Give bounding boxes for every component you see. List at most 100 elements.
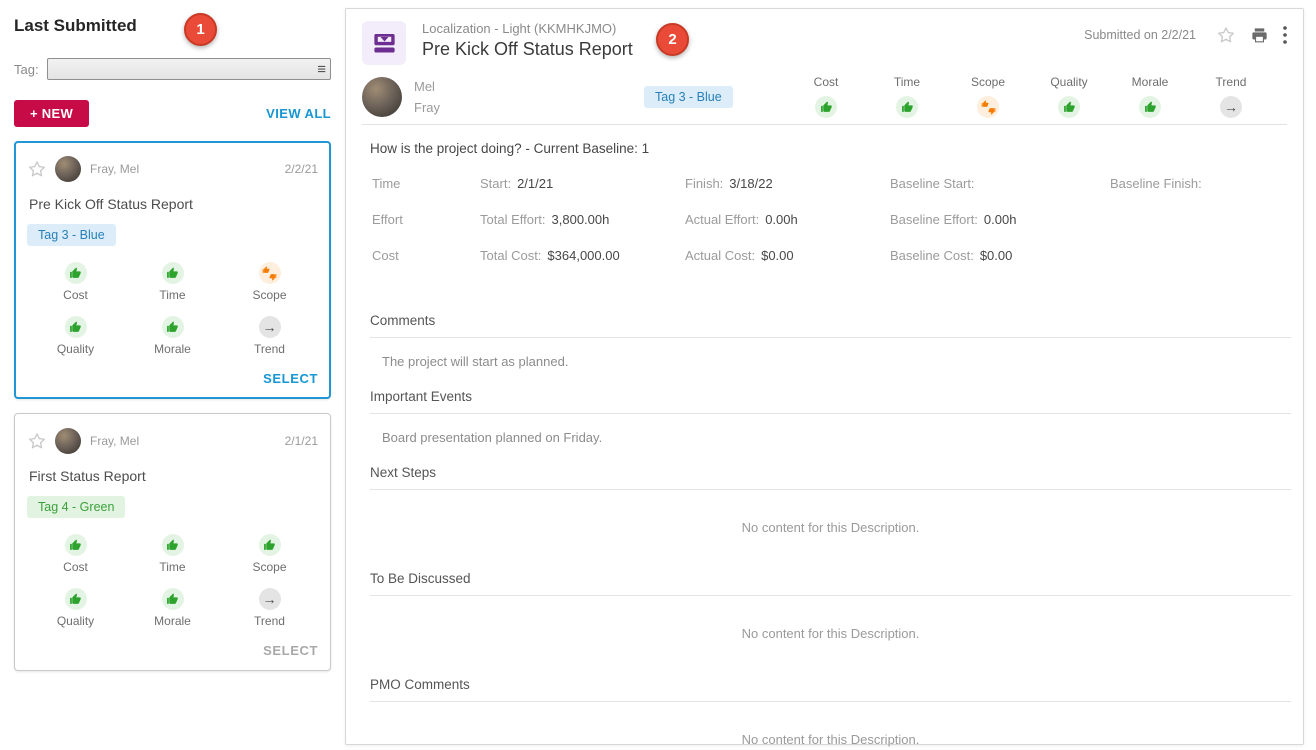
section-content: No content for this Description. bbox=[370, 702, 1291, 750]
thumb-up-icon bbox=[162, 588, 184, 610]
indicator-cost: Cost bbox=[27, 262, 124, 302]
tag-chip: Tag 3 - Blue bbox=[644, 86, 733, 108]
detail-field bbox=[1110, 248, 1291, 263]
section-title: Comments bbox=[370, 313, 1291, 338]
section-to-be-discussed: To Be Discussed No content for this Desc… bbox=[370, 571, 1291, 677]
section-content: The project will start as planned. bbox=[370, 338, 1291, 389]
status-report-card[interactable]: Fray, Mel 2/1/21 First Status Report Tag… bbox=[14, 413, 331, 671]
thumb-up-icon bbox=[65, 534, 87, 556]
section-content: Board presentation planned on Friday. bbox=[370, 414, 1291, 465]
detail-row-label: Cost bbox=[370, 248, 480, 263]
detail-field: Total Cost:$364,000.00 bbox=[480, 248, 685, 263]
indicator-trend: → Trend bbox=[221, 316, 318, 356]
indicator-morale: Morale bbox=[1118, 75, 1182, 118]
card-title: First Status Report bbox=[29, 468, 318, 484]
arrow-right-icon: → bbox=[1220, 96, 1242, 118]
indicator-quality: Quality bbox=[27, 316, 124, 356]
card-author: Fray, Mel bbox=[90, 434, 139, 448]
detail-field: Actual Cost:$0.00 bbox=[685, 248, 890, 263]
section-content: No content for this Description. bbox=[370, 596, 1291, 677]
detail-row-label: Time bbox=[370, 176, 480, 191]
section-title: PMO Comments bbox=[370, 677, 1291, 702]
status-report-card[interactable]: Fray, Mel 2/2/21 Pre Kick Off Status Rep… bbox=[14, 141, 331, 399]
section-title: To Be Discussed bbox=[370, 571, 1291, 596]
section-next-steps: Next Steps No content for this Descripti… bbox=[370, 465, 1291, 571]
avatar bbox=[55, 428, 81, 454]
favorite-star-icon[interactable] bbox=[1216, 25, 1236, 45]
annotation-badge-1: 1 bbox=[184, 13, 217, 46]
last-submitted-panel: Last Submitted Tag: ≡ + NEW VIEW ALL Fra… bbox=[0, 0, 345, 750]
more-options-icon[interactable] bbox=[1283, 26, 1287, 44]
thumb-up-icon bbox=[162, 534, 184, 556]
report-title: Pre Kick Off Status Report bbox=[422, 39, 633, 60]
print-icon[interactable] bbox=[1250, 26, 1269, 45]
detail-field: Baseline Finish: bbox=[1110, 176, 1291, 191]
hamburger-icon[interactable]: ≡ bbox=[317, 62, 326, 77]
favorite-star-icon[interactable] bbox=[27, 431, 47, 451]
arrow-right-icon: → bbox=[259, 588, 281, 610]
tag-chip: Tag 3 - Blue bbox=[27, 224, 116, 246]
thumbs-mixed-icon bbox=[259, 262, 281, 284]
section-pmo-comments: PMO Comments No content for this Descrip… bbox=[370, 677, 1291, 750]
detail-field: Baseline Start: bbox=[890, 176, 1110, 191]
thumb-up-icon bbox=[896, 96, 918, 118]
indicator-quality: Quality bbox=[1037, 75, 1101, 118]
section-content: No content for this Description. bbox=[370, 490, 1291, 571]
thumb-up-icon bbox=[259, 534, 281, 556]
thumb-up-icon bbox=[162, 316, 184, 338]
detail-field: Baseline Effort:0.00h bbox=[890, 212, 1110, 227]
status-report-detail-panel: Localization - Light (KKMHKJMO) Pre Kick… bbox=[345, 8, 1304, 745]
thumb-up-icon bbox=[65, 262, 87, 284]
indicator-cost: Cost bbox=[27, 534, 124, 574]
indicator-time: Time bbox=[875, 75, 939, 118]
project-icon bbox=[362, 21, 406, 65]
detail-field: Actual Effort:0.00h bbox=[685, 212, 890, 227]
indicator-scope: Scope bbox=[221, 534, 318, 574]
view-all-link[interactable]: VIEW ALL bbox=[266, 106, 331, 121]
favorite-star-icon[interactable] bbox=[27, 159, 47, 179]
indicator-cost: Cost bbox=[794, 75, 858, 118]
author-first-name: Mel bbox=[414, 76, 644, 97]
tag-filter-input[interactable]: ≡ bbox=[47, 58, 331, 80]
indicator-time: Time bbox=[124, 262, 221, 302]
select-report-link[interactable]: SELECT bbox=[263, 371, 318, 386]
section-important-events: Important Events Board presentation plan… bbox=[370, 389, 1291, 465]
card-author: Fray, Mel bbox=[90, 162, 139, 176]
project-status-question: How is the project doing? - Current Base… bbox=[370, 141, 1291, 156]
indicator-time: Time bbox=[124, 534, 221, 574]
annotation-badge-2: 2 bbox=[656, 23, 689, 56]
project-name: Localization - Light (KKMHKJMO) bbox=[422, 21, 633, 36]
thumb-up-icon bbox=[1058, 96, 1080, 118]
thumb-up-icon bbox=[65, 588, 87, 610]
indicator-morale: Morale bbox=[124, 588, 221, 628]
submitted-date: Submitted on 2/2/21 bbox=[1084, 28, 1196, 42]
thumb-up-icon bbox=[65, 316, 87, 338]
tag-filter-label: Tag: bbox=[14, 62, 39, 77]
new-report-button[interactable]: + NEW bbox=[14, 100, 89, 127]
project-details-grid: Time Start:2/1/21 Finish:3/18/22 Baselin… bbox=[370, 176, 1291, 263]
indicator-scope: Scope bbox=[221, 262, 318, 302]
indicator-quality: Quality bbox=[27, 588, 124, 628]
detail-row-label: Effort bbox=[370, 212, 480, 227]
detail-field: Baseline Cost:$0.00 bbox=[890, 248, 1110, 263]
section-title: Important Events bbox=[370, 389, 1291, 414]
thumbs-mixed-icon bbox=[977, 96, 999, 118]
author-last-name: Fray bbox=[414, 97, 644, 118]
indicator-morale: Morale bbox=[124, 316, 221, 356]
panel-title: Last Submitted bbox=[14, 16, 331, 36]
select-report-link[interactable]: SELECT bbox=[263, 643, 318, 658]
thumb-up-icon bbox=[1139, 96, 1161, 118]
avatar bbox=[362, 77, 402, 117]
arrow-right-icon: → bbox=[259, 316, 281, 338]
tag-chip: Tag 4 - Green bbox=[27, 496, 125, 518]
card-date: 2/2/21 bbox=[285, 162, 318, 176]
card-title: Pre Kick Off Status Report bbox=[29, 196, 318, 212]
indicator-scope: Scope bbox=[956, 75, 1020, 118]
detail-field: Start:2/1/21 bbox=[480, 176, 685, 191]
thumb-up-icon bbox=[815, 96, 837, 118]
tag-filter-row: Tag: ≡ bbox=[14, 58, 331, 80]
card-date: 2/1/21 bbox=[285, 434, 318, 448]
thumb-up-icon bbox=[162, 262, 184, 284]
indicator-trend: → Trend bbox=[221, 588, 318, 628]
indicator-trend: Trend → bbox=[1199, 75, 1263, 118]
